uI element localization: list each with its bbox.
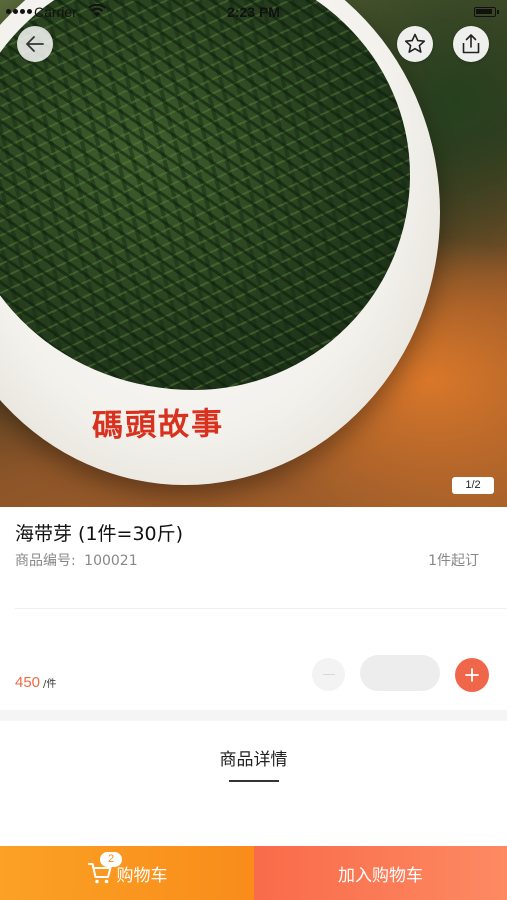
quantity-input[interactable] bbox=[360, 655, 440, 691]
arrow-left-icon bbox=[26, 36, 44, 52]
gallery-page-indicator: 1/2 bbox=[452, 477, 494, 494]
status-bar: Carrier 2:23 PM bbox=[0, 0, 507, 24]
battery-icon bbox=[474, 7, 499, 17]
add-to-cart-button[interactable]: 加入购物车 bbox=[254, 846, 507, 900]
bowl-brand-logo: 碼頭故事 bbox=[91, 405, 225, 445]
product-price: 450 bbox=[15, 674, 41, 691]
product-title: 海带芽 (1件=30斤) bbox=[15, 523, 184, 545]
cart-button[interactable]: 购物车 bbox=[0, 846, 254, 900]
plus-icon bbox=[465, 668, 479, 682]
share-button[interactable] bbox=[453, 26, 489, 62]
price-row: 450/件 bbox=[15, 672, 56, 691]
back-button[interactable] bbox=[17, 26, 53, 62]
status-time: 2:23 PM bbox=[227, 4, 280, 20]
product-code: 100021 bbox=[84, 553, 138, 569]
product-code-label: 商品编号: bbox=[15, 553, 76, 569]
minimum-order: 1件起订 bbox=[428, 553, 479, 569]
star-icon bbox=[404, 33, 426, 53]
increase-quantity-button[interactable] bbox=[455, 658, 489, 692]
favorite-button[interactable] bbox=[397, 26, 433, 62]
share-icon bbox=[462, 34, 480, 54]
decrease-quantity-button[interactable] bbox=[312, 658, 345, 691]
product-image-gallery[interactable]: 碼頭故事 1/2 bbox=[0, 0, 507, 507]
tab-product-details[interactable]: 商品详情 bbox=[0, 745, 507, 770]
cart-label: 购物车 bbox=[116, 865, 168, 886]
price-unit: /件 bbox=[43, 679, 57, 690]
product-code-row: 商品编号: 100021 bbox=[15, 550, 138, 570]
bottom-action-bar: 购物车 加入购物车 bbox=[0, 846, 507, 900]
tab-active-indicator bbox=[229, 780, 279, 782]
cart-count-badge: 2 bbox=[100, 852, 122, 867]
divider bbox=[15, 608, 507, 609]
section-separator bbox=[0, 710, 507, 721]
